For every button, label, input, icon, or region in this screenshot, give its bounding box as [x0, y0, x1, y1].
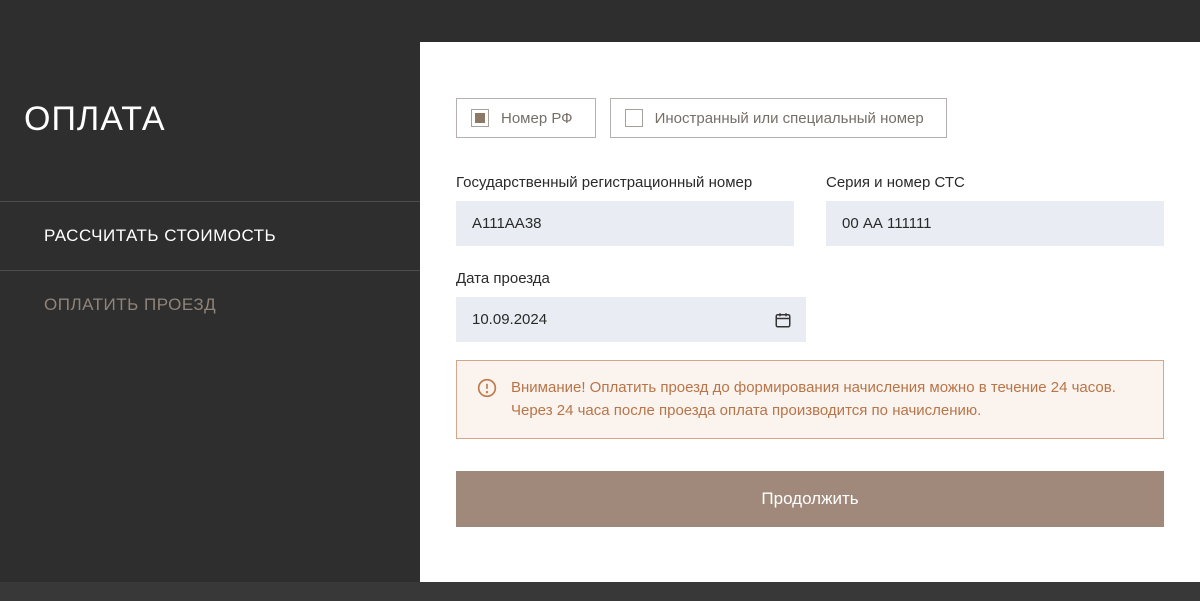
calendar-icon[interactable]: [774, 311, 792, 329]
bottom-bar: [0, 582, 1200, 601]
radio-foreign[interactable]: Иностранный или специальный номер: [610, 98, 947, 138]
sts-input[interactable]: [826, 201, 1164, 246]
sidebar: ОПЛАТА РАССЧИТАТЬ СТОИМОСТЬ ОПЛАТИТЬ ПРО…: [0, 42, 420, 582]
alert-text: Внимание! Оплатить проезд до формировани…: [511, 377, 1143, 422]
continue-button[interactable]: Продолжить: [456, 471, 1164, 527]
field-date: Дата проезда: [456, 270, 806, 342]
radio-label: Иностранный или специальный номер: [655, 110, 924, 127]
radio-label: Номер РФ: [501, 110, 573, 127]
sidebar-nav: РАССЧИТАТЬ СТОИМОСТЬ ОПЛАТИТЬ ПРОЕЗД: [0, 201, 420, 339]
sidebar-item-label: РАССЧИТАТЬ СТОИМОСТЬ: [44, 226, 276, 245]
warning-icon: [477, 378, 497, 398]
sidebar-item-calculate[interactable]: РАССЧИТАТЬ СТОИМОСТЬ: [0, 201, 420, 271]
field-row-1: Государственный регистрационный номер Се…: [456, 174, 1164, 246]
field-reg-number: Государственный регистрационный номер: [456, 174, 794, 246]
top-bar: [0, 0, 1200, 42]
sidebar-item-label: ОПЛАТИТЬ ПРОЕЗД: [44, 295, 216, 314]
reg-number-input[interactable]: [456, 201, 794, 246]
radio-rf[interactable]: Номер РФ: [456, 98, 596, 138]
sidebar-item-pay[interactable]: ОПЛАТИТЬ ПРОЕЗД: [0, 271, 420, 339]
radio-box-icon: [625, 109, 643, 127]
content: Номер РФ Иностранный или специальный ном…: [420, 42, 1200, 582]
date-input-wrapper: [456, 297, 806, 342]
date-label: Дата проезда: [456, 270, 806, 287]
reg-number-label: Государственный регистрационный номер: [456, 174, 794, 191]
main-layout: ОПЛАТА РАССЧИТАТЬ СТОИМОСТЬ ОПЛАТИТЬ ПРО…: [0, 42, 1200, 582]
date-input[interactable]: [456, 297, 806, 342]
continue-button-label: Продолжить: [761, 489, 858, 508]
page-title: ОПЛАТА: [0, 42, 420, 139]
plate-type-radio-group: Номер РФ Иностранный или специальный ном…: [456, 98, 1164, 138]
warning-alert: Внимание! Оплатить проезд до формировани…: [456, 360, 1164, 439]
sts-label: Серия и номер СТС: [826, 174, 1164, 191]
radio-box-icon: [471, 109, 489, 127]
field-sts: Серия и номер СТС: [826, 174, 1164, 246]
